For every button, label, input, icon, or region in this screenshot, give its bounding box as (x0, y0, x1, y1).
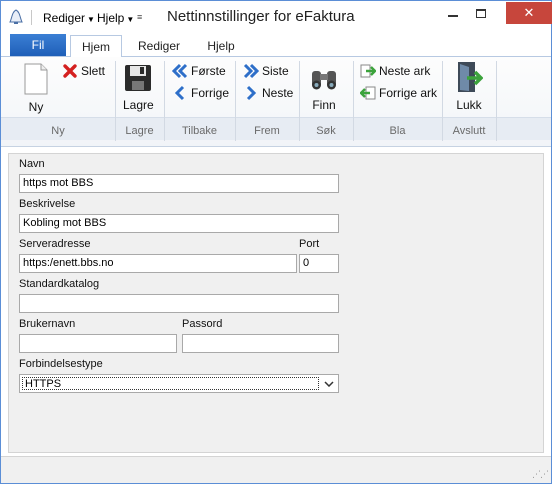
ribbon-tabs: Fil Hjem Rediger Hjelp (1, 33, 551, 58)
close-icon: ✕ (523, 5, 535, 20)
status-bar: ⋰⋰ (1, 456, 551, 483)
window: Rediger ▼ Hjelp ▼ ≡ Nettinnstillinger for … (0, 0, 552, 484)
title-bar: Rediger ▼ Hjelp ▼ ≡ Nettinnstillinger for … (1, 1, 552, 33)
delete-button[interactable]: Slett (62, 63, 105, 79)
window-title: Nettinnstillinger for eFaktura (167, 8, 355, 25)
exit-door-icon (458, 62, 483, 92)
quick-menu-rediger[interactable]: Rediger ▼ (43, 11, 95, 25)
caret-down-icon: ▼ (126, 15, 135, 24)
double-arrow-left-icon (172, 63, 188, 79)
username-field[interactable] (19, 334, 177, 353)
close-button[interactable]: Lukk (455, 61, 483, 112)
group-label-sok: Søk (316, 125, 336, 137)
binoculars-icon (312, 71, 336, 90)
connection-type-select[interactable]: HTTPS (19, 374, 339, 393)
default-catalog-label: Standardkatalog (19, 278, 100, 290)
previous-sheet-icon (360, 86, 376, 100)
previous-sheet-button[interactable]: Forrige ark (360, 85, 437, 101)
customize-quick-access-icon[interactable]: ≡ (137, 12, 142, 22)
group-label-tilbake: Tilbake (181, 125, 218, 137)
next-button[interactable]: Neste (243, 85, 293, 101)
previous-button[interactable]: Forrige (172, 85, 229, 101)
ribbon: Ny Slett Lagre Første Forrige Siste Nest… (1, 57, 551, 147)
group-label-avslutt: Avslutt (452, 125, 486, 137)
connection-type-label: Forbindelsestype (19, 358, 103, 370)
server-address-field[interactable]: https:/enett.bbs.no (19, 254, 297, 273)
password-field[interactable] (182, 334, 339, 353)
name-label: Navn (19, 158, 45, 170)
group-label-frem: Frem (254, 125, 280, 137)
description-label: Beskrivelse (19, 198, 76, 210)
save-button[interactable]: Lagre (123, 63, 154, 112)
app-bell-icon[interactable] (9, 9, 23, 25)
maximize-button[interactable] (467, 2, 495, 24)
tab-rediger[interactable]: Rediger (129, 35, 189, 57)
default-catalog-field[interactable] (19, 294, 339, 313)
double-arrow-right-icon (243, 63, 259, 79)
group-separator (496, 61, 497, 141)
tab-file[interactable]: Fil (10, 34, 66, 56)
form-panel: Navn https mot BBS Beskrivelse Kobling m… (8, 153, 544, 453)
tab-hjelp[interactable]: Hjelp (197, 35, 245, 57)
port-label: Port (299, 238, 320, 250)
connection-type-value: HTTPS (22, 377, 319, 390)
floppy-disk-icon (125, 65, 152, 91)
group-label-lagre: Lagre (125, 125, 154, 137)
password-label: Passord (182, 318, 223, 330)
next-sheet-button[interactable]: Neste ark (360, 63, 430, 79)
username-label: Brukernavn (19, 318, 76, 330)
caret-down-icon: ▼ (87, 15, 95, 24)
delete-x-icon (63, 64, 77, 78)
close-window-button[interactable]: ✕ (506, 2, 552, 24)
tab-hjem[interactable]: Hjem (70, 35, 122, 58)
next-sheet-icon (360, 64, 376, 78)
quick-menu-hjelp[interactable]: Hjelp ▼ (97, 11, 134, 25)
find-button[interactable]: Finn (309, 65, 339, 112)
server-address-label: Serveradresse (19, 238, 91, 250)
minimize-icon (448, 15, 458, 17)
maximize-icon (476, 8, 486, 18)
name-field[interactable]: https mot BBS (19, 174, 339, 193)
chevron-down-icon[interactable] (320, 375, 338, 392)
new-document-icon (24, 63, 48, 95)
minimize-button[interactable] (439, 2, 467, 24)
port-field[interactable]: 0 (299, 254, 339, 273)
new-button[interactable]: Ny (23, 63, 49, 114)
last-button[interactable]: Siste (243, 63, 289, 79)
description-field[interactable]: Kobling mot BBS (19, 214, 339, 233)
first-button[interactable]: Første (172, 63, 226, 79)
arrow-right-icon (246, 85, 257, 101)
resize-grip-icon[interactable]: ⋰⋰ (532, 469, 549, 480)
quick-access-separator (31, 10, 32, 25)
arrow-left-icon (174, 85, 185, 101)
group-label-ny: Ny (51, 125, 65, 137)
group-label-bla: Bla (389, 125, 406, 137)
